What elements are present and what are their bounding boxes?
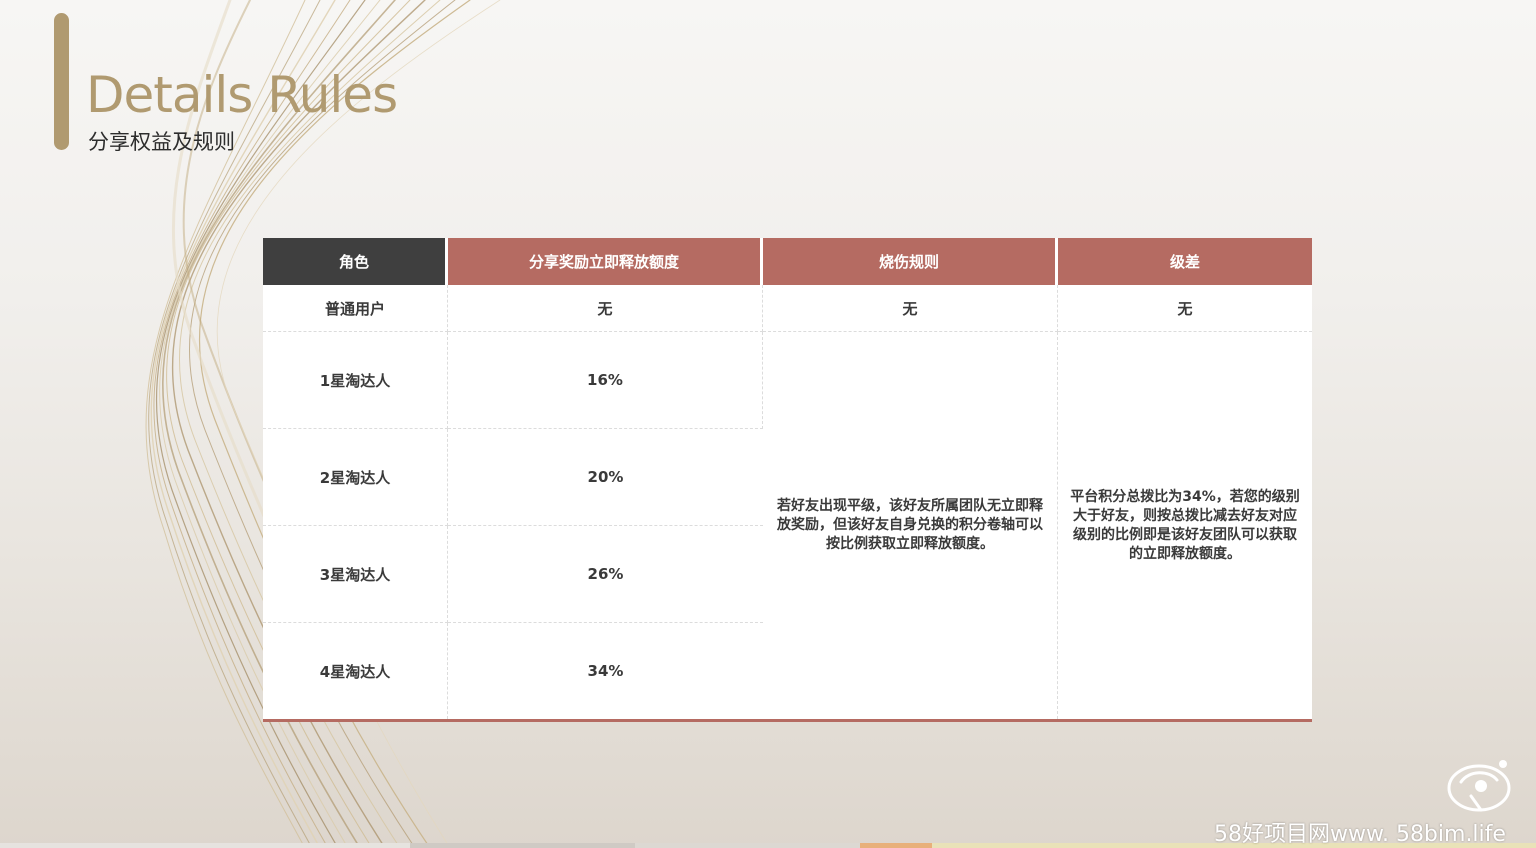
role-cell: 2星淘达人 bbox=[263, 429, 448, 526]
burn-rule-text: 若好友出现平级，该好友所属团队无立即释放奖励，但该好友自身兑换的积分卷轴可以按比… bbox=[763, 332, 1058, 719]
reward-cell: 34% bbox=[587, 662, 624, 680]
header-level-diff: 级差 bbox=[1058, 238, 1312, 285]
header-role: 角色 bbox=[263, 238, 448, 285]
title-accent-bar bbox=[54, 13, 69, 150]
header-burn-rule: 烧伤规则 bbox=[763, 238, 1058, 285]
level-diff-text: 平台积分总拨比为34%，若您的级别大于好友，则按总拨比减去好友对应级别的比例即是… bbox=[1070, 488, 1300, 562]
watermark-text: 58好项目网www. 58bim.life bbox=[1214, 822, 1506, 847]
diff-cell: 无 bbox=[1058, 285, 1312, 332]
role-cell: 1星淘达人 bbox=[263, 332, 448, 429]
reward-cell: 26% bbox=[448, 526, 763, 623]
role-cell: 普通用户 bbox=[263, 285, 448, 332]
table-row: 1星淘达人 16% 若好友出现平级，该好友所属团队无立即释放奖励，但该好友自身兑… bbox=[263, 332, 1312, 719]
role-cell: 3星淘达人 bbox=[263, 526, 448, 623]
burn-cell: 无 bbox=[763, 285, 1058, 332]
reward-cell: 20% bbox=[448, 429, 763, 526]
brand-logo-icon bbox=[1447, 760, 1511, 812]
reward-cell: 无 bbox=[448, 285, 763, 332]
header-reward: 分享奖励立即释放额度 bbox=[448, 238, 763, 285]
rules-table: 角色 分享奖励立即释放额度 烧伤规则 级差 普通用户 无 无 无 1星淘达人 1… bbox=[263, 238, 1312, 722]
page-title-english: Details Rules bbox=[86, 66, 398, 124]
table-header-row: 角色 分享奖励立即释放额度 烧伤规则 级差 bbox=[263, 238, 1312, 285]
reward-cell: 16% bbox=[448, 332, 763, 429]
role-cell: 4星淘达人 bbox=[263, 623, 448, 719]
table-row: 普通用户 无 无 无 bbox=[263, 285, 1312, 332]
page-subtitle-chinese: 分享权益及规则 bbox=[88, 130, 235, 154]
